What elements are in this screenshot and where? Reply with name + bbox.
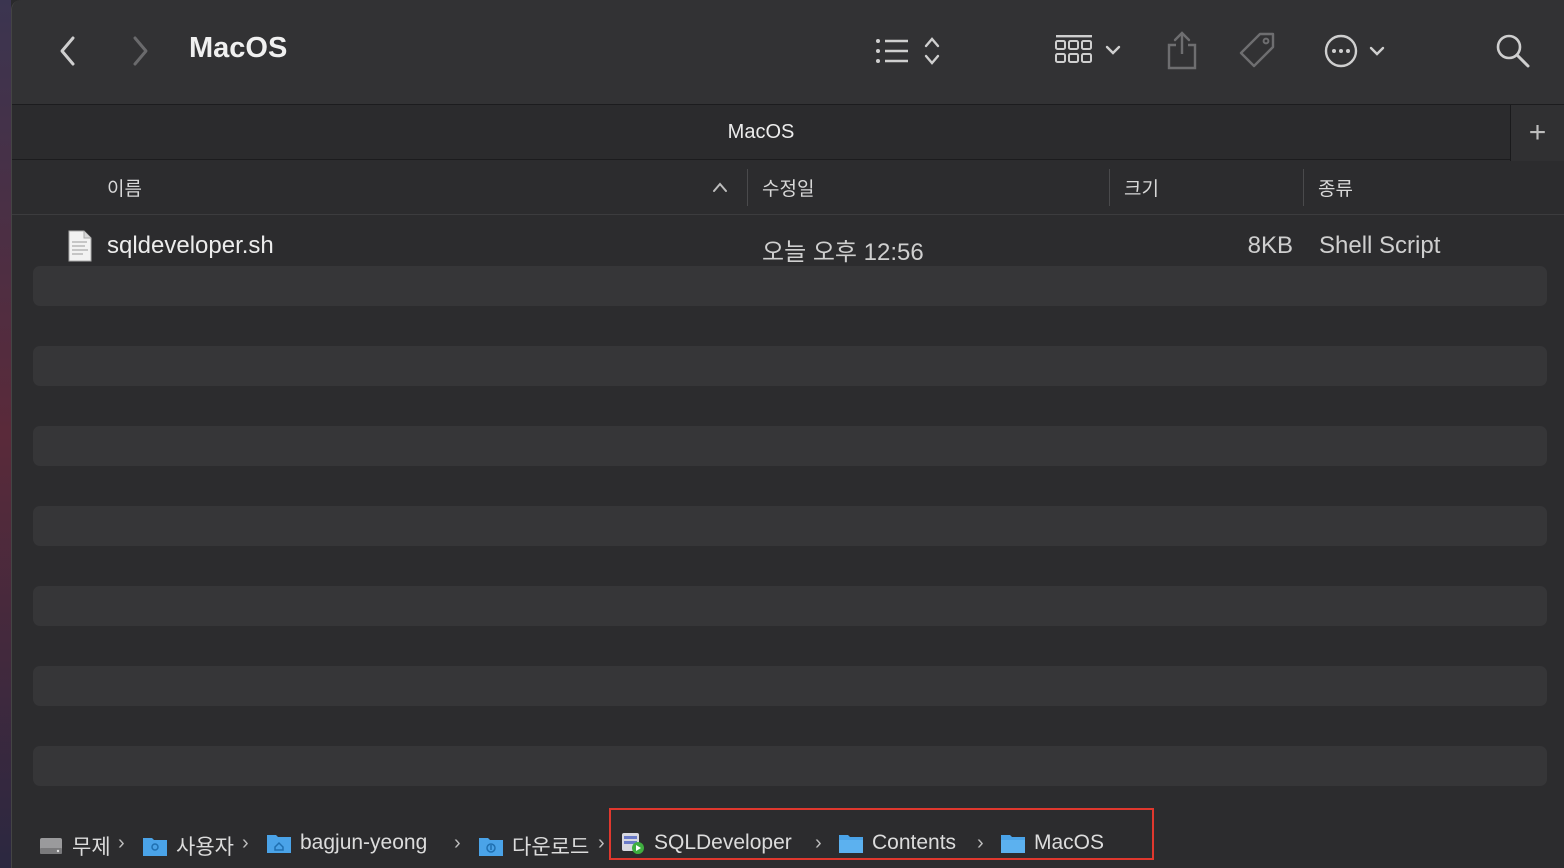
path-separator: › [815,832,822,854]
empty-row [33,506,1547,546]
path-item-label: bagjun-yeong [300,831,428,854]
more-actions-icon [1324,34,1385,68]
file-name: sqldeveloper.sh [107,232,274,259]
file-modified: 오늘 오후 12:56 [762,239,924,266]
empty-row [33,746,1547,786]
path-separator: › [977,832,984,854]
forward-chevron-icon [133,36,148,66]
file-list: sqldeveloper.sh 오늘 오후 12:56 8KB Shell Sc… [12,216,1564,802]
empty-row [33,266,1547,306]
column-divider[interactable] [1109,169,1110,206]
share-icon [1167,31,1197,70]
group-button[interactable] [1052,30,1128,70]
column-name[interactable]: 이름 [107,174,142,201]
more-actions-button[interactable] [1322,32,1388,72]
column-size[interactable]: 크기 [1124,174,1159,201]
disk-icon [40,838,62,854]
column-modified[interactable]: 수정일 [762,174,814,201]
path-item-macos[interactable]: MacOS [1000,831,1104,855]
path-separator: › [242,832,249,854]
empty-row [33,426,1547,466]
empty-row [33,346,1547,386]
users-folder-icon [143,838,167,856]
empty-row [33,666,1547,706]
file-size: 8KB [1247,232,1293,259]
path-item-label: 사용자 [176,836,234,859]
path-item-disk[interactable]: 무제 [38,831,111,861]
path-item-label: Contents [872,831,957,854]
forward-button[interactable] [122,32,158,70]
path-separator: › [118,832,125,854]
path-bar: 무제 › 사용자 › bagjun-yeong › 다운로드 › SQLDeve… [12,819,1564,868]
path-item-users[interactable]: 사용자 [142,831,234,861]
column-header: 이름 수정일 크기 종류 [12,161,1564,215]
path-separator: › [598,832,605,854]
path-item-label: SQLDeveloper [654,831,792,854]
column-divider[interactable] [747,169,748,206]
path-item-sqldeveloper[interactable]: SQLDeveloper [620,831,792,855]
path-item-label: 다운로드 [512,836,590,859]
table-row[interactable]: sqldeveloper.sh 오늘 오후 12:56 8KB Shell Sc… [33,226,1547,266]
finder-window: MacOS MacOS + 이름 수정일 크기 종류 sqldeveloper.… [11,0,1564,868]
back-button[interactable] [50,32,86,70]
toolbar: MacOS [12,0,1564,104]
window-title: MacOS [189,32,288,64]
path-item-label: MacOS [1034,831,1105,854]
new-tab-button[interactable]: + [1510,105,1564,161]
tag-button[interactable] [1238,30,1278,74]
search-button[interactable] [1494,32,1532,70]
column-kind[interactable]: 종류 [1318,174,1353,201]
tab-macos[interactable]: MacOS [12,121,1510,144]
column-divider[interactable] [1303,169,1304,206]
list-view-icon [876,37,940,65]
path-separator: › [454,832,461,854]
path-item-home[interactable]: bagjun-yeong [266,831,427,855]
path-item-downloads[interactable]: 다운로드 [478,831,589,861]
home-folder-icon [267,835,291,853]
folder-icon [1001,835,1025,853]
share-button[interactable] [1164,28,1200,72]
back-chevron-icon [60,36,75,66]
folder-icon [839,835,863,853]
view-options-button[interactable] [872,34,948,68]
tab-bar: MacOS + [12,104,1564,161]
downloads-folder-icon [479,838,503,856]
script-file-icon [68,230,92,262]
empty-row [33,586,1547,626]
file-kind: Shell Script [1319,232,1441,259]
path-item-contents[interactable]: Contents [838,831,956,855]
path-item-label: 무제 [72,836,111,859]
group-grid-icon [1055,35,1121,63]
search-icon [1496,34,1530,68]
app-icon [622,833,644,854]
desktop-background [0,0,11,868]
sort-ascending-icon[interactable] [712,182,728,192]
tag-icon [1239,32,1275,68]
